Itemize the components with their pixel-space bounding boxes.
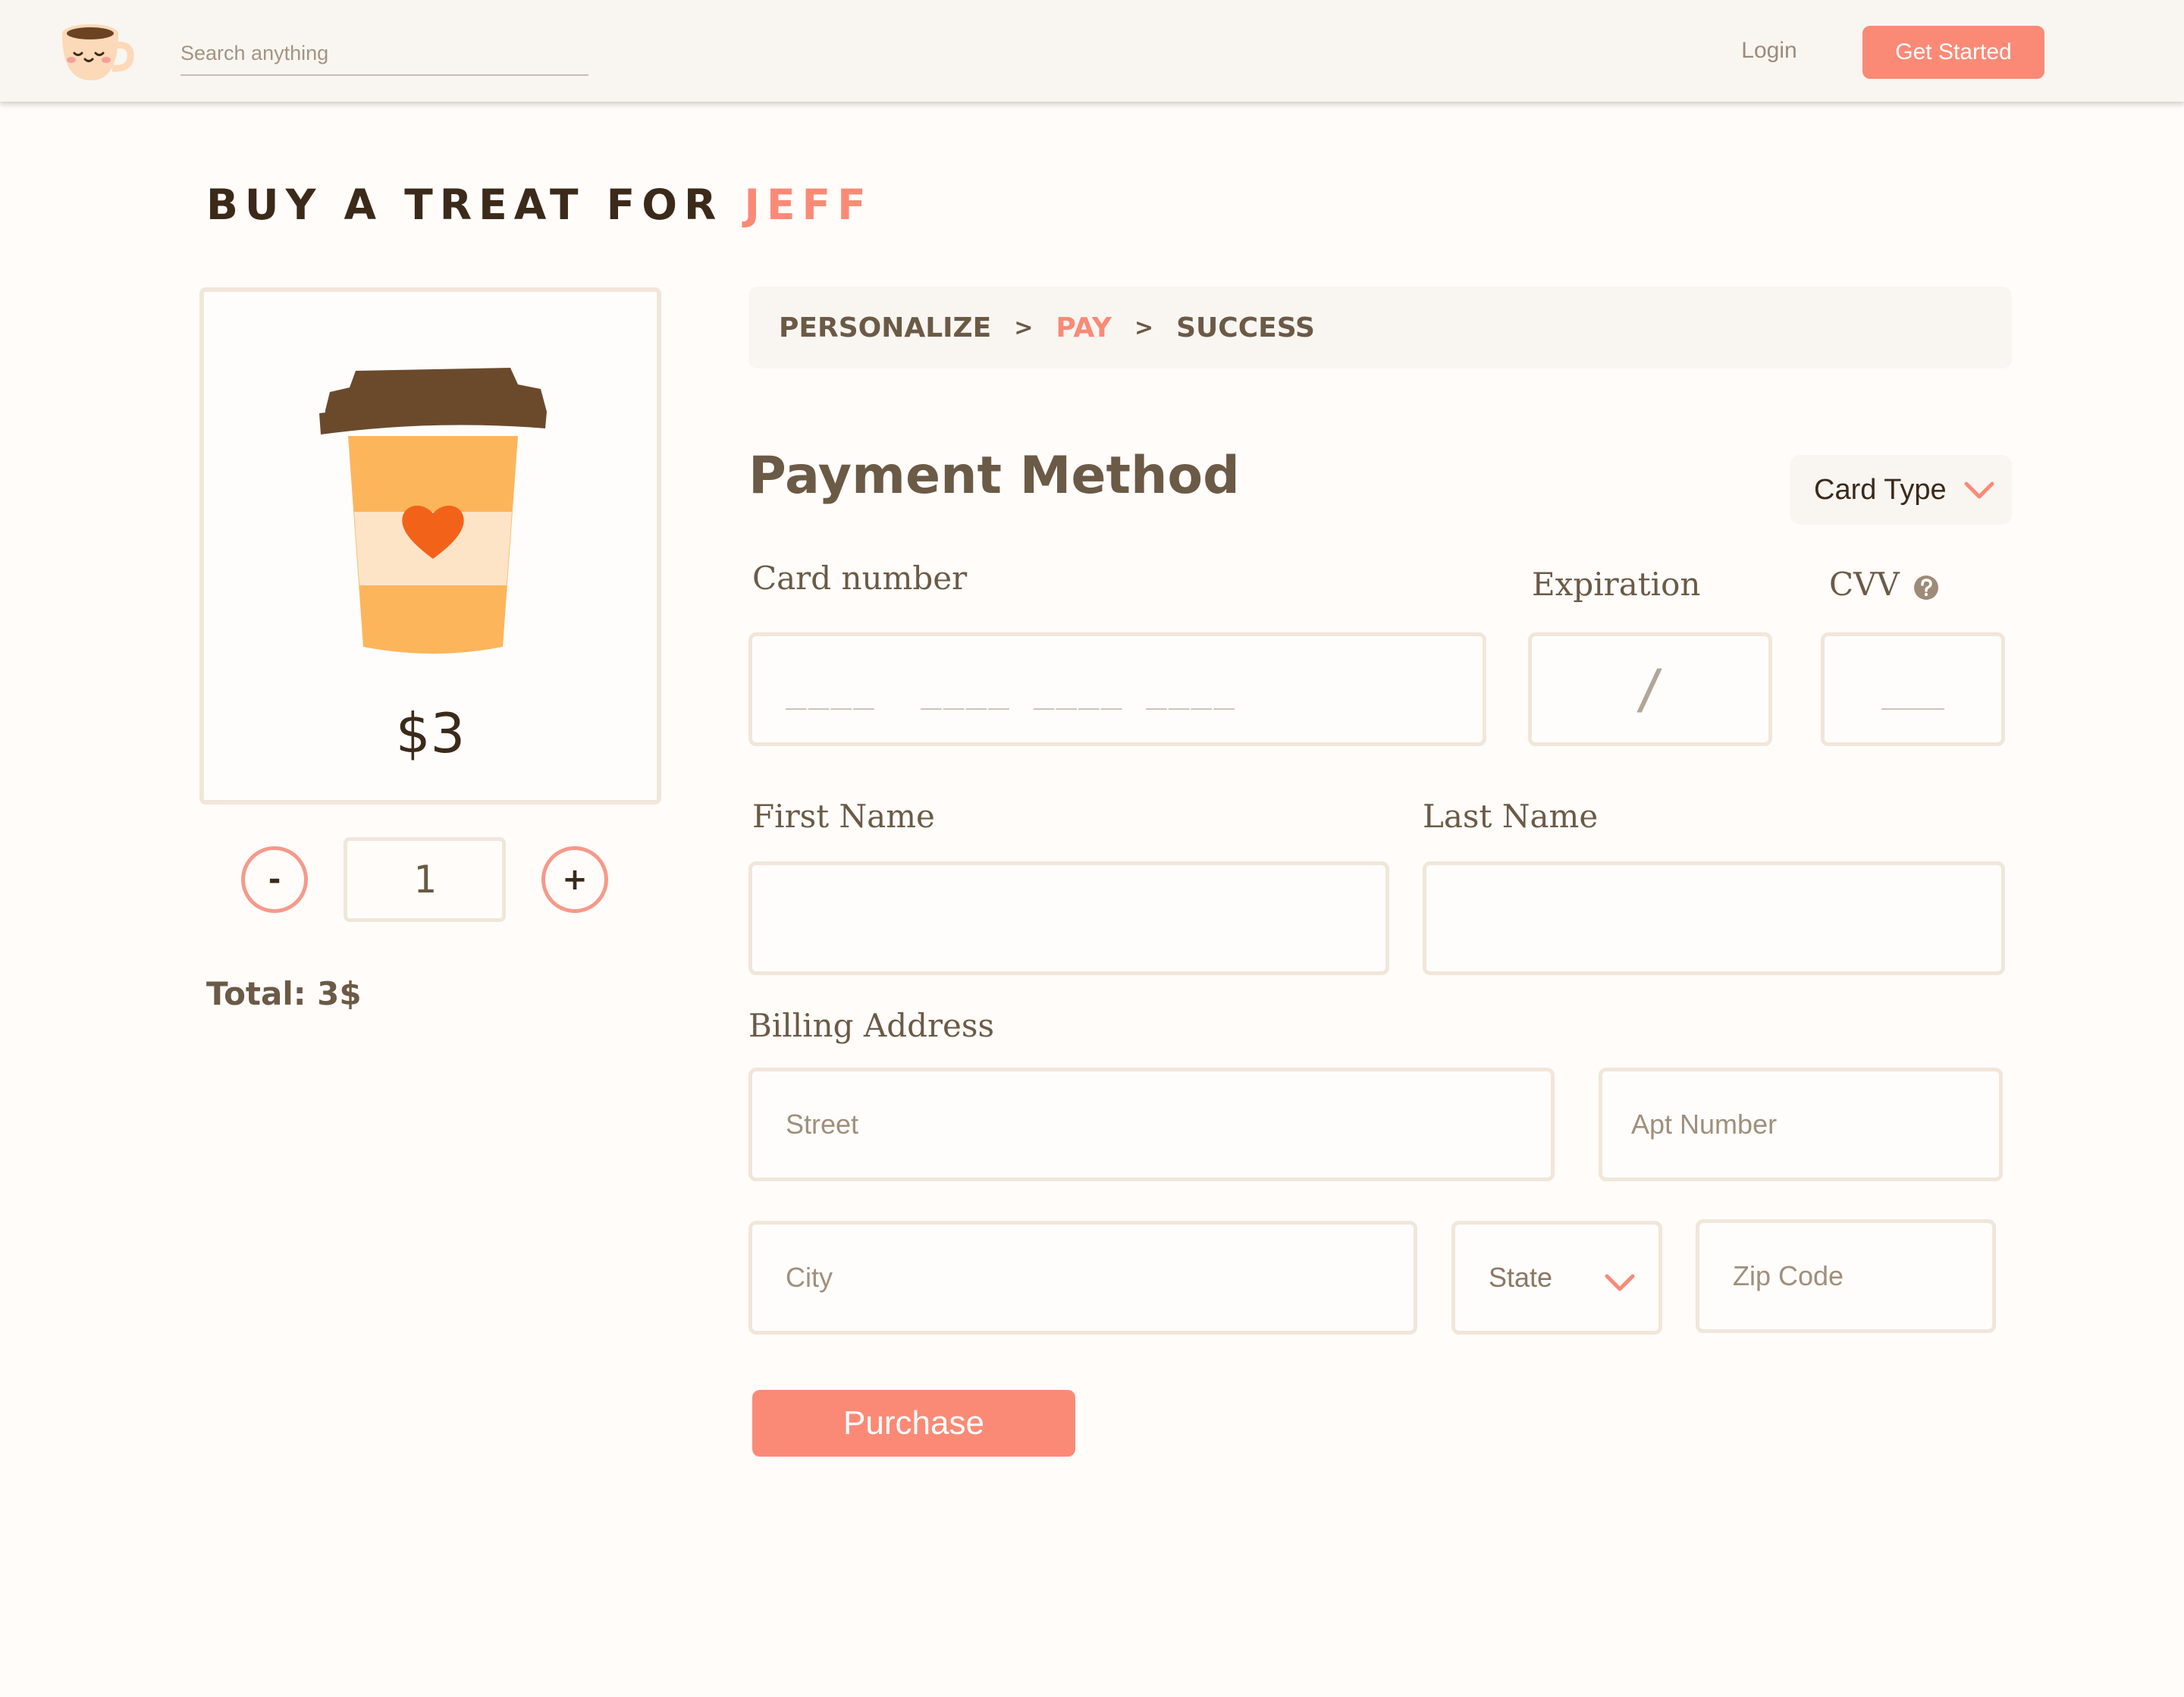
checkout-steps-breadcrumb: PERSONALIZE > PAY > SUCCESS	[748, 287, 2012, 369]
step-separator: >	[1134, 314, 1154, 341]
decrease-quantity-button[interactable]: -	[241, 846, 308, 913]
apt-number-input[interactable]	[1599, 1068, 2003, 1181]
product-card: $3	[199, 287, 661, 805]
cvv-label: CVV	[1829, 566, 1900, 603]
first-name-label: First Name	[752, 798, 935, 835]
coffee-mug-logo-icon[interactable]	[59, 20, 136, 83]
product-price: $3	[395, 701, 466, 765]
cvv-field[interactable]: ___	[1821, 632, 2005, 746]
page-title-prefix: BUY A TREAT FOR	[206, 180, 745, 229]
recipient-name: JEFF	[744, 180, 873, 229]
payment-method-title: Payment Method	[748, 446, 1240, 506]
first-name-input[interactable]	[748, 861, 1389, 975]
login-link[interactable]: Login	[1727, 38, 1811, 64]
city-input[interactable]	[748, 1221, 1417, 1335]
card-type-dropdown[interactable]: Card Type	[1790, 455, 2012, 525]
get-started-button[interactable]: Get Started	[1862, 26, 2044, 79]
step-success[interactable]: SUCCESS	[1176, 312, 1315, 343]
step-pay[interactable]: PAY	[1056, 312, 1112, 343]
expiration-mask: /	[1633, 658, 1667, 720]
card-number-mask: ____ ____ ____ ____	[786, 669, 1236, 710]
expiration-label: Expiration	[1532, 566, 1701, 603]
last-name-input[interactable]	[1423, 861, 2005, 975]
step-separator: >	[1014, 314, 1034, 341]
card-number-label: Card number	[752, 560, 968, 597]
chevron-down-icon	[1964, 481, 1994, 499]
street-input[interactable]	[748, 1068, 1555, 1181]
card-type-label: Card Type	[1814, 473, 1947, 506]
state-select[interactable]: State	[1451, 1221, 1662, 1335]
chevron-down-icon	[1605, 1274, 1635, 1291]
step-personalize[interactable]: PERSONALIZE	[779, 312, 991, 343]
increase-quantity-button[interactable]: +	[541, 846, 608, 913]
cvv-mask: ___	[1881, 669, 1945, 710]
zip-code-input[interactable]	[1696, 1219, 1996, 1333]
purchase-button[interactable]: Purchase	[752, 1390, 1075, 1457]
card-number-field[interactable]: ____ ____ ____ ____	[748, 632, 1486, 746]
order-total: Total: 3$	[206, 975, 362, 1012]
search-input[interactable]	[180, 35, 588, 76]
billing-address-label: Billing Address	[748, 1007, 995, 1044]
coffee-cup-heart-icon	[319, 368, 547, 654]
quantity-input[interactable]	[344, 837, 506, 922]
last-name-label: Last Name	[1423, 798, 1599, 835]
help-icon[interactable]	[1913, 575, 1939, 601]
page-title: BUY A TREAT FOR JEFF	[206, 180, 873, 229]
top-navbar: Login Get Started	[0, 0, 2184, 102]
expiration-field[interactable]: /	[1528, 632, 1772, 746]
state-select-label: State	[1489, 1262, 1553, 1293]
